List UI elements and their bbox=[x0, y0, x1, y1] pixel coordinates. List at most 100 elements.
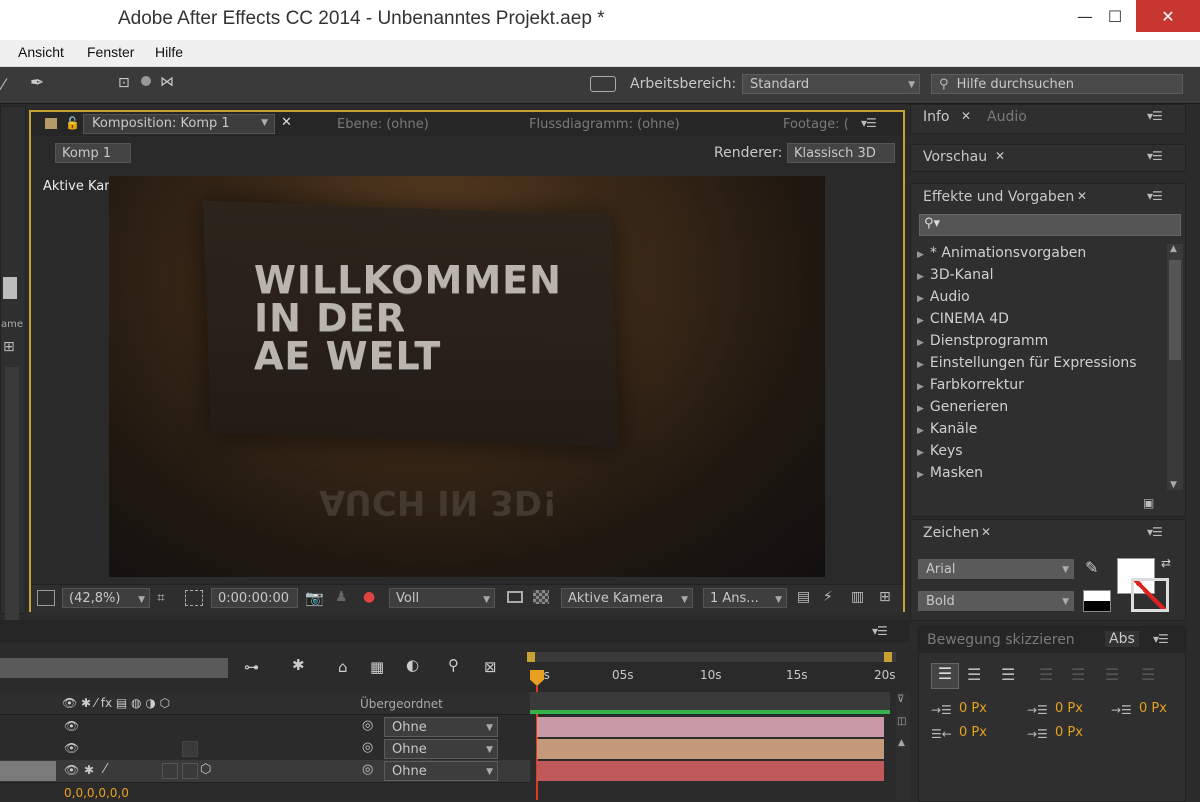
camera-snapshot-icon[interactable]: 📷 bbox=[305, 589, 324, 607]
camera-select[interactable]: Aktive Kamera ▼ bbox=[561, 588, 693, 608]
justify-center-icon[interactable]: ☰ bbox=[1071, 665, 1085, 684]
chevron-down-icon[interactable]: ▼ bbox=[261, 118, 268, 128]
close-icon[interactable]: ✕ bbox=[961, 109, 971, 123]
motion-blur-switch[interactable] bbox=[162, 763, 178, 779]
timeline-icon[interactable]: ▥ bbox=[851, 589, 864, 605]
lock-icon[interactable]: 🔓 bbox=[65, 116, 80, 130]
black-white-swatch[interactable] bbox=[1083, 590, 1111, 612]
brush-tool-icon[interactable]: ⁄ bbox=[2, 75, 5, 94]
zoom-select[interactable]: (42,8%) ▼ bbox=[62, 588, 150, 608]
stroke-color-swatch[interactable] bbox=[1131, 578, 1169, 612]
grid-icon[interactable]: ⌗ bbox=[157, 590, 165, 606]
transparency-grid-icon[interactable] bbox=[533, 590, 549, 604]
work-area-start-handle[interactable] bbox=[527, 652, 535, 662]
resolution-select[interactable]: Voll ▼ bbox=[389, 588, 495, 608]
views-select[interactable]: 1 Ans... ▼ bbox=[703, 588, 787, 608]
flowchart-icon[interactable]: ⊞ bbox=[879, 589, 891, 605]
effects-item[interactable]: ▶ CINEMA 4D bbox=[917, 311, 1009, 327]
menu-fenster[interactable]: Fenster bbox=[87, 44, 134, 60]
pin-tool-icon[interactable]: ✒ bbox=[30, 73, 44, 93]
effects-item[interactable]: ▶ Dienstprogramm bbox=[917, 333, 1048, 349]
eyedropper-icon[interactable]: ✎ bbox=[1085, 558, 1098, 577]
layer-bar[interactable] bbox=[537, 739, 884, 759]
justify-all-icon[interactable]: ☰ bbox=[1141, 665, 1155, 684]
comp-breadcrumb[interactable]: Komp 1 bbox=[55, 143, 131, 163]
effects-item[interactable]: ▶ 3D-Kanal bbox=[917, 267, 994, 283]
align-right-icon[interactable]: ☰ bbox=[1001, 665, 1015, 684]
parent-select[interactable]: Ohne ▼ bbox=[384, 739, 498, 759]
adjustment-switch[interactable] bbox=[182, 763, 198, 779]
align-left-icon[interactable]: ☰ bbox=[931, 663, 959, 689]
tab-audio[interactable]: Audio bbox=[987, 109, 1027, 125]
pixel-aspect-icon[interactable]: ▤ bbox=[797, 589, 810, 605]
close-icon[interactable]: ✕ bbox=[1077, 189, 1087, 203]
pickwhip-icon[interactable]: ◎ bbox=[362, 762, 373, 777]
tab-footage[interactable]: Footage: ( bbox=[783, 117, 849, 132]
maximize-button[interactable]: ☐ bbox=[1092, 0, 1138, 32]
pickwhip-icon[interactable]: ◎ bbox=[362, 740, 373, 755]
effects-scrollbar[interactable]: ▲ ▼ bbox=[1167, 244, 1183, 490]
parent-select[interactable]: Ohne ▼ bbox=[384, 717, 498, 737]
pickwhip-icon[interactable]: ◎ bbox=[362, 718, 373, 733]
swap-colors-icon[interactable]: ⇄ bbox=[1161, 556, 1171, 570]
visibility-icon[interactable]: 👁 bbox=[64, 763, 79, 777]
effects-item[interactable]: ▶ Masken bbox=[917, 465, 983, 481]
tab-preview[interactable]: Vorschau bbox=[923, 149, 987, 165]
space-after-value[interactable]: 0 Px bbox=[1055, 725, 1083, 740]
panel-menu-icon[interactable]: ▾☰ bbox=[1147, 525, 1163, 539]
frame-blend-icon[interactable]: ▦ bbox=[370, 658, 384, 676]
effects-item[interactable]: ▶ Keys bbox=[917, 443, 963, 459]
panel-menu-icon[interactable]: ▾☰ bbox=[1147, 149, 1163, 163]
close-button[interactable]: ✕ bbox=[1136, 0, 1200, 32]
menu-hilfe[interactable]: Hilfe bbox=[155, 44, 183, 60]
workspace-select[interactable]: Standard ▼ bbox=[742, 74, 920, 94]
tab-composition[interactable]: Komposition: Komp 1 ▼ bbox=[83, 114, 275, 134]
effects-item[interactable]: ▶ Generieren bbox=[917, 399, 1008, 415]
layer-bar[interactable] bbox=[537, 761, 884, 781]
snapshot-view-icon[interactable] bbox=[37, 590, 55, 606]
flowchart-icon[interactable]: ⊞ bbox=[3, 339, 15, 355]
effects-item[interactable]: ▶ Audio bbox=[917, 289, 970, 305]
align-center-icon[interactable]: ☰ bbox=[967, 665, 981, 684]
panel-menu-icon[interactable]: ▾☰ bbox=[1147, 189, 1163, 203]
new-folder-icon[interactable]: ▣ bbox=[1143, 496, 1154, 510]
channel-icon[interactable]: ● bbox=[363, 589, 375, 605]
comp-mini-flowchart-icon[interactable]: ⊶ bbox=[244, 658, 259, 676]
tab-effects[interactable]: Effekte und Vorgaben bbox=[923, 189, 1074, 205]
tab-flowchart[interactable]: Flussdiagramm: (ohne) bbox=[529, 117, 680, 132]
style-select[interactable]: Bold ▼ bbox=[918, 591, 1074, 611]
indent-left-value[interactable]: 0 Px bbox=[959, 701, 987, 716]
shy-icon[interactable]: ⌂ bbox=[338, 658, 348, 676]
graph-editor-icon[interactable]: ⚲ bbox=[448, 656, 459, 674]
timecode-button[interactable]: 0:00:00:00 bbox=[211, 588, 298, 608]
close-icon[interactable]: ✕ bbox=[995, 149, 1005, 163]
layer-row[interactable]: 👁 ✱ ⁄ ⬡ ◎ Ohne ▼ bbox=[0, 760, 530, 783]
tab-abs[interactable]: Abs bbox=[1105, 631, 1139, 647]
first-line-value[interactable]: 0 Px bbox=[1139, 701, 1167, 716]
snap-dot-icon[interactable] bbox=[141, 76, 151, 86]
tab-layer[interactable]: Ebene: (ohne) bbox=[337, 117, 429, 132]
tab-character[interactable]: Zeichen bbox=[923, 525, 979, 541]
visibility-icon[interactable]: 👁 bbox=[64, 719, 79, 733]
puppet-icon[interactable]: ⋈ bbox=[160, 74, 174, 90]
quality-icon[interactable]: ⁄ bbox=[104, 762, 106, 777]
visibility-icon[interactable]: 👁 bbox=[64, 741, 79, 755]
layer-row[interactable]: 👁 ◎ Ohne ▼ bbox=[0, 738, 530, 761]
timeline-scrollbar[interactable]: ⊽ ◫ ▲ bbox=[896, 692, 910, 800]
panel-menu-icon[interactable]: ▾☰ bbox=[872, 624, 888, 638]
mask-visibility-icon[interactable] bbox=[185, 590, 203, 606]
effects-item[interactable]: ▶ Farbkorrektur bbox=[917, 377, 1024, 393]
close-icon[interactable]: ✕ bbox=[281, 115, 292, 130]
panel-menu-icon[interactable]: ▾☰ bbox=[1153, 632, 1169, 646]
font-select[interactable]: Arial ▼ bbox=[918, 559, 1074, 579]
tab-motion-sketch[interactable]: Bewegung skizzieren bbox=[927, 632, 1075, 648]
layer-row[interactable]: 👁 ◎ Ohne ▼ bbox=[0, 716, 530, 739]
panel-menu-icon[interactable]: ▾☰ bbox=[861, 116, 877, 130]
justify-right-icon[interactable]: ☰ bbox=[1105, 665, 1119, 684]
3d-layer-switch[interactable] bbox=[182, 741, 198, 757]
layer-name-field[interactable] bbox=[0, 761, 56, 781]
motion-blur-icon[interactable]: ◐ bbox=[406, 656, 419, 674]
effects-item[interactable]: ▶ * Animationsvorgaben bbox=[917, 245, 1086, 261]
effects-search-input[interactable]: ⚲▾ bbox=[919, 214, 1181, 236]
work-area-end-handle[interactable] bbox=[884, 652, 892, 662]
